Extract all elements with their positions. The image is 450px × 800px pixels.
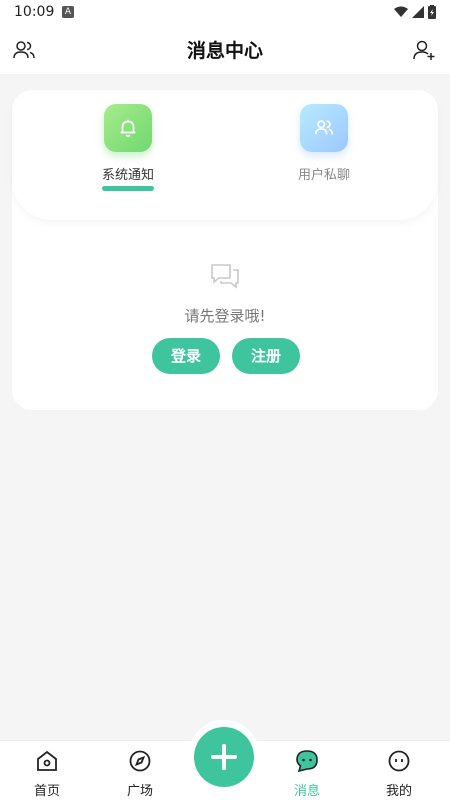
nav-messages-label: 消息	[293, 784, 320, 799]
nav-messages[interactable]: 消息	[277, 749, 337, 799]
signal-icon	[412, 6, 424, 18]
status-indicators	[394, 5, 436, 19]
plus-icon	[211, 744, 237, 770]
message-tabs: 系统通知 用户私聊	[12, 90, 438, 220]
chat-bubbles-icon	[211, 264, 239, 289]
register-button[interactable]: 注册	[232, 338, 300, 374]
user-add-icon[interactable]	[412, 38, 436, 62]
tab-private-chat[interactable]: 用户私聊	[274, 104, 374, 183]
header: 消息中心	[0, 26, 450, 74]
battery-icon	[428, 5, 436, 19]
nav-mine-label: 我的	[385, 784, 412, 799]
nav-plaza-label: 广场	[126, 784, 153, 799]
message-card: 系统通知 用户私聊 请先登录哦! 登录 注册	[12, 90, 438, 410]
tab-label-private: 用户私聊	[297, 168, 350, 183]
nav-home-label: 首页	[33, 784, 60, 799]
page-title: 消息中心	[186, 40, 263, 62]
nav-plaza[interactable]: 广场	[110, 749, 170, 799]
compass-icon	[129, 750, 151, 772]
wifi-icon	[394, 6, 408, 17]
tab-label-system: 系统通知	[101, 168, 154, 183]
status-time: 10:09	[14, 4, 55, 20]
tab-system-notifications[interactable]: 系统通知	[78, 104, 178, 191]
home-icon	[37, 750, 57, 771]
create-post-button[interactable]	[194, 727, 254, 787]
status-bar: 10:09 A	[0, 0, 450, 26]
login-button[interactable]: 登录	[152, 338, 220, 374]
active-tab-indicator	[102, 186, 154, 191]
face-icon	[388, 750, 410, 772]
users-icon	[300, 104, 348, 152]
message-icon	[296, 750, 318, 773]
bell-icon	[104, 104, 152, 152]
app-notification-icon: A	[62, 6, 74, 18]
nav-home[interactable]: 首页	[17, 749, 77, 799]
empty-message: 请先登录哦!	[184, 307, 266, 325]
nav-mine[interactable]: 我的	[369, 749, 429, 799]
